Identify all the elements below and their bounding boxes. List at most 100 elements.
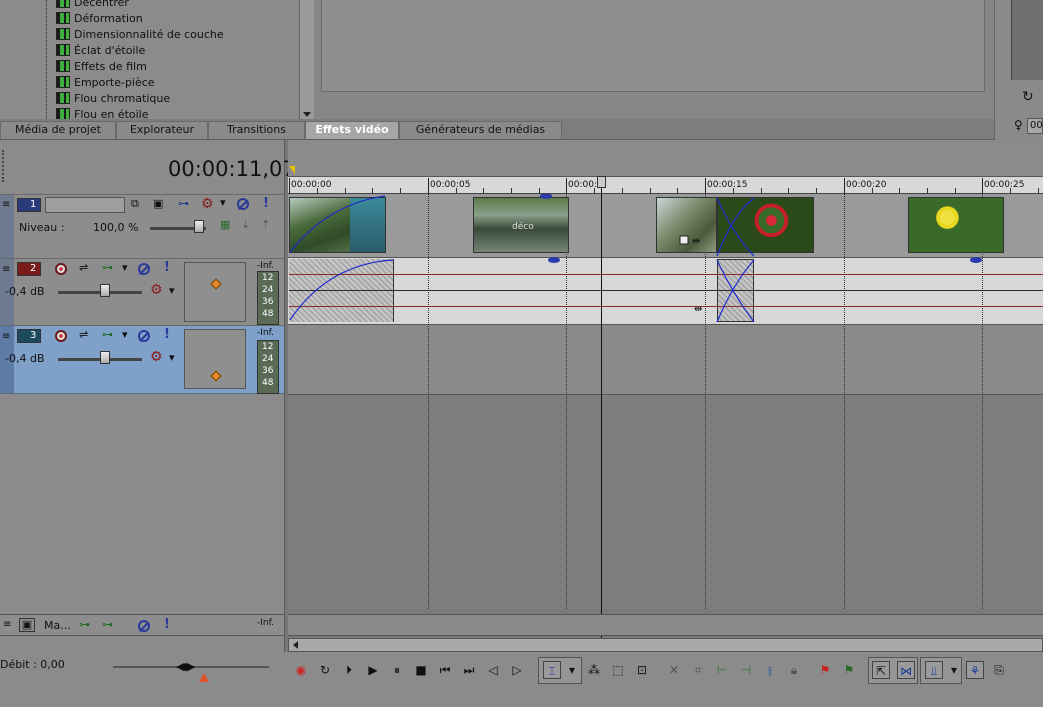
- chevron-down-icon[interactable]: ▾: [220, 197, 226, 209]
- go-to-start-icon[interactable]: ⏮: [436, 661, 454, 679]
- pan-surround-box[interactable]: [184, 262, 246, 322]
- playhead-cursor[interactable]: [601, 176, 602, 638]
- tab-project-media[interactable]: Média de projet: [0, 121, 116, 139]
- tab-transitions[interactable]: Transitions: [208, 121, 305, 139]
- region-icon[interactable]: ⚑: [840, 661, 858, 679]
- track-settings-gear-icon[interactable]: ⚙: [150, 283, 163, 297]
- panel-grip[interactable]: [2, 150, 6, 182]
- pan-position-marker[interactable]: [210, 278, 222, 290]
- play-from-start-icon[interactable]: ⏵: [340, 661, 358, 679]
- master-fx-icon[interactable]: ⊶: [79, 619, 90, 631]
- chevron-down-icon[interactable]: ▾: [169, 352, 175, 364]
- tab-explorer[interactable]: Explorateur: [116, 121, 208, 139]
- video-track-header[interactable]: ≡ 1 ⧉ ▣ ⊶ ⚙ ▾ ! Niveau : 100,0 % ▦ ⇣ ⇡: [0, 194, 284, 258]
- next-frame-icon[interactable]: ▷: [508, 661, 526, 679]
- video-crossfade-curve-out[interactable]: [716, 197, 755, 257]
- solo-icon[interactable]: !: [164, 327, 170, 342]
- invert-phase-icon[interactable]: ⇌: [79, 329, 88, 341]
- tree-item[interactable]: Déformation: [56, 11, 143, 27]
- tree-item[interactable]: Éclat d'étoile: [56, 43, 145, 59]
- marker-icon[interactable]: ⚑: [816, 661, 834, 679]
- video-crossfade-curve-in[interactable]: [716, 197, 755, 257]
- arm-record-icon[interactable]: [55, 263, 67, 275]
- tree-item[interactable]: Dimensionnalité de couche: [56, 27, 224, 43]
- clip-handle-marker[interactable]: [548, 257, 560, 263]
- mute-icon[interactable]: [138, 330, 150, 342]
- pin-icon[interactable]: ♀: [1014, 118, 1023, 132]
- video-fade-in-curve[interactable]: [289, 195, 386, 253]
- lock-envelopes-icon[interactable]: ⚘: [966, 661, 984, 679]
- master-automation-icon[interactable]: ⊶: [102, 619, 113, 631]
- volume-slider-thumb[interactable]: [100, 284, 110, 297]
- pan-surround-box[interactable]: [184, 329, 246, 389]
- track-fx-chain-icon[interactable]: ⊶: [102, 262, 113, 274]
- audio-fade-in-curve[interactable]: [289, 259, 394, 321]
- track-fx-chain-icon[interactable]: ⊶: [102, 329, 113, 341]
- loop-icon[interactable]: ↻: [316, 661, 334, 679]
- minimize-track-icon[interactable]: ≡: [2, 331, 10, 343]
- audio-track-header[interactable]: ≡ 2 ⇌ ⊶ ▾ ! -0,4 dB ⚙ ▾ -Inf. 12 24 36 4…: [0, 258, 284, 325]
- mute-icon[interactable]: [237, 198, 249, 210]
- minimize-track-icon[interactable]: ≡: [2, 264, 10, 276]
- selection-tool-icon[interactable]: ⬚: [609, 661, 627, 679]
- chevron-down-icon[interactable]: ▾: [566, 661, 578, 679]
- chevron-down-icon[interactable]: ▾: [122, 262, 128, 274]
- tab-video-effects[interactable]: Effets vidéo: [305, 121, 399, 139]
- tree-item[interactable]: Emporte-pièce: [56, 75, 155, 91]
- rate-reset-marker-icon[interactable]: [199, 673, 209, 682]
- zoom-tool-icon[interactable]: ⊡: [633, 661, 651, 679]
- trim-icon[interactable]: ⌗: [689, 661, 707, 679]
- chevron-down-icon[interactable]: ▾: [122, 329, 128, 341]
- envelope-tool-icon[interactable]: ⁂: [585, 661, 603, 679]
- auto-ripple-icon[interactable]: ⫫: [925, 661, 943, 679]
- audio-track-lane-empty[interactable]: [288, 325, 1043, 395]
- time-ruler[interactable]: [288, 176, 1043, 194]
- playhead-handle[interactable]: [597, 176, 606, 188]
- auto-crossfade-icon[interactable]: ⋈: [897, 661, 915, 679]
- video-effects-tree[interactable]: Décentrer Déformation Dimensionnalité de…: [0, 0, 314, 119]
- audio-track-header-selected[interactable]: ≡ 3 ⇌ ⊶ ▾ ! -0,4 dB ⚙ ▾ -Inf. 12 24 36 4…: [0, 325, 284, 394]
- solo-icon[interactable]: !: [263, 196, 269, 211]
- tab-media-generators[interactable]: Générateurs de médias: [399, 121, 562, 139]
- chevron-down-icon[interactable]: ▾: [169, 285, 175, 297]
- minimize-track-icon[interactable]: ≡: [3, 619, 11, 631]
- track-settings-gear-icon[interactable]: ⚙: [150, 350, 163, 364]
- audio-crossfade-curve-out[interactable]: [716, 259, 755, 323]
- track-effects-chain-icon[interactable]: ▦: [220, 219, 230, 231]
- tree-scrollbar[interactable]: [299, 0, 314, 119]
- compositing-mode-icon[interactable]: ▣: [153, 198, 163, 210]
- track-name-field[interactable]: [45, 197, 125, 213]
- make-compositing-child-icon[interactable]: ⊶: [178, 198, 189, 210]
- loop-region-marker-icon[interactable]: [289, 166, 295, 174]
- track-motion-icon[interactable]: ⧉: [131, 198, 139, 210]
- stop-icon[interactable]: ■: [412, 661, 430, 679]
- audio-crossfade-curve-in[interactable]: [716, 259, 755, 323]
- snapping-icon[interactable]: ⇱: [872, 661, 890, 679]
- solo-icon[interactable]: !: [164, 260, 170, 275]
- mute-icon[interactable]: [138, 620, 150, 632]
- ignore-grouping-icon[interactable]: ⎘: [990, 661, 1008, 679]
- record-icon[interactable]: ◉: [292, 661, 310, 679]
- lock-icon[interactable]: 🔒︎: [785, 661, 803, 679]
- refresh-icon[interactable]: ↻: [1022, 89, 1034, 105]
- mute-icon[interactable]: [138, 263, 150, 275]
- pin-value-box[interactable]: 00: [1027, 118, 1043, 134]
- tree-item[interactable]: Flou en étoile: [56, 107, 149, 119]
- trim-end-icon[interactable]: ⊣: [737, 661, 755, 679]
- clip-handle-marker[interactable]: [540, 194, 552, 199]
- rate-slider-thumb-icon[interactable]: ◀◆▶: [176, 660, 195, 673]
- tree-item[interactable]: Effets de film: [56, 59, 147, 75]
- delete-icon[interactable]: ✕: [665, 661, 683, 679]
- pan-position-marker[interactable]: [210, 370, 222, 382]
- arm-record-icon[interactable]: [55, 330, 67, 342]
- split-icon[interactable]: ⫲: [761, 661, 779, 679]
- timeline-horizontal-scrollbar[interactable]: [288, 638, 1043, 652]
- track-fx-icon[interactable]: ⚙: [201, 197, 214, 211]
- minimize-track-icon[interactable]: ≡: [2, 199, 10, 211]
- volume-slider-thumb[interactable]: [100, 351, 110, 364]
- pause-icon[interactable]: ⏸: [388, 661, 406, 679]
- scroll-down-icon[interactable]: [303, 112, 311, 117]
- invert-phase-icon[interactable]: ⇌: [79, 262, 88, 274]
- play-icon[interactable]: ▶: [364, 661, 382, 679]
- expand-keyframes-icon[interactable]: ⇡: [261, 219, 270, 231]
